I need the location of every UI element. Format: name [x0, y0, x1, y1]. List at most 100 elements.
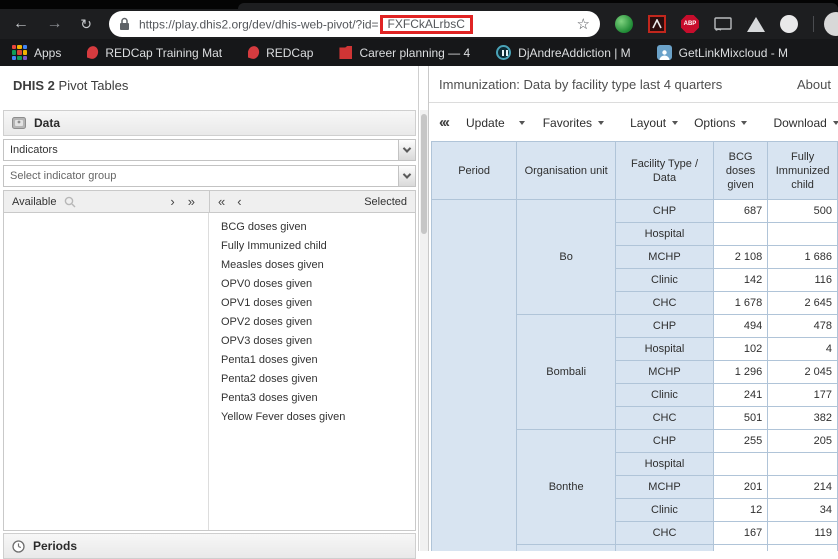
move-all-left-button[interactable]: « [218, 195, 225, 208]
indicator-group-placeholder: Select indicator group [4, 170, 398, 182]
list-item[interactable]: OPV2 doses given [209, 313, 415, 332]
col-header-period[interactable]: Period [432, 142, 517, 200]
pivot-title: Immunization: Data by facility type last… [439, 77, 722, 92]
bookmark-career-planning[interactable]: Career planning — 4 [339, 46, 470, 60]
list-item[interactable]: Penta3 doses given [209, 389, 415, 408]
value-cell: 500 [768, 200, 838, 223]
scrollbar-thumb[interactable] [421, 114, 427, 234]
value-cell: 2 108 [713, 246, 767, 269]
chevron-down-icon[interactable] [398, 166, 415, 186]
lock-icon [119, 17, 130, 31]
facility-cell: CHP [616, 430, 714, 453]
org-cell: Bonthe [517, 430, 616, 545]
pivot-table: Period Organisation unit Facility Type /… [431, 141, 838, 551]
scrollbar-track[interactable] [420, 110, 428, 551]
idm-extension-icon[interactable] [615, 15, 633, 33]
options-button[interactable]: Options [692, 112, 749, 134]
move-selected-right-button[interactable]: › [170, 195, 174, 208]
col-header-facility[interactable]: Facility Type / Data [616, 142, 714, 200]
col-header-orgunit[interactable]: Organisation unit [517, 142, 616, 200]
indicator-group-select[interactable]: Select indicator group [3, 165, 416, 187]
value-cell: 34 [768, 499, 838, 522]
bookmark-label: Career planning — 4 [359, 46, 470, 60]
available-selected-header: Available › » « ‹ Selected [3, 190, 416, 213]
value-cell: 116 [768, 269, 838, 292]
red-folder-icon [339, 46, 352, 59]
value-cell: 382 [768, 407, 838, 430]
facility-cell: CHC [616, 292, 714, 315]
move-all-right-button[interactable]: » [188, 195, 195, 208]
value-cell: 4 [768, 338, 838, 361]
bookmark-redcap-training[interactable]: REDCap Training Mat [87, 46, 222, 60]
data-type-select[interactable]: Indicators [3, 139, 416, 161]
chevron-down-icon[interactable] [398, 140, 415, 160]
value-cell: 2 045 [768, 361, 838, 384]
bookmark-djandre[interactable]: DjAndreAddiction | M [496, 45, 631, 60]
value-cell: 119 [768, 522, 838, 545]
facility-cell: MCHP [616, 246, 714, 269]
redcap-icon [248, 46, 261, 60]
selected-header: « ‹ Selected [209, 191, 415, 212]
list-item[interactable]: OPV1 doses given [209, 294, 415, 313]
update-button[interactable]: Update [464, 112, 527, 134]
value-cell [768, 545, 838, 552]
value-cell [713, 545, 767, 552]
caret-down-icon [672, 121, 678, 125]
value-cell [768, 223, 838, 246]
available-list[interactable] [4, 213, 209, 530]
address-bar[interactable]: https://play.dhis2.org/dev/dhis-web-pivo… [109, 11, 600, 37]
collapse-panel-icon[interactable]: ‹‹‹ [439, 114, 448, 131]
panel-scrollbar [420, 66, 428, 551]
pivot-panel: Immunization: Data by facility type last… [428, 66, 838, 551]
value-cell: 102 [713, 338, 767, 361]
list-item[interactable]: Penta1 doses given [209, 351, 415, 370]
bookmark-star-icon[interactable]: ☆ [577, 17, 590, 32]
col-header-bcg[interactable]: BCG doses given [713, 142, 767, 200]
pause-circle-icon [496, 45, 511, 60]
selected-list: BCG doses given Fully Immunized child Me… [209, 213, 415, 530]
bookmark-apps[interactable]: Apps [12, 45, 61, 60]
data-type-value: Indicators [4, 144, 398, 156]
pivot-toolbar: ‹‹‹ Update Favorites Layout Options Down… [429, 104, 838, 141]
value-cell: 241 [713, 384, 767, 407]
value-cell: 167 [713, 522, 767, 545]
data-accordion-header[interactable]: Data [3, 110, 416, 136]
round-extension-icon[interactable] [780, 15, 798, 33]
about-link[interactable]: About [797, 77, 831, 92]
layout-label: Layout [630, 116, 666, 130]
reload-icon[interactable]: ↻ [77, 17, 95, 31]
list-item[interactable]: Penta2 doses given [209, 370, 415, 389]
drive-extension-icon[interactable] [747, 15, 765, 33]
list-item[interactable]: Measles doses given [209, 256, 415, 275]
layout-button[interactable]: Layout [628, 112, 680, 134]
favorites-button[interactable]: Favorites [541, 112, 606, 134]
list-item[interactable]: OPV3 doses given [209, 332, 415, 351]
value-cell: 205 [768, 430, 838, 453]
redcap-icon [87, 46, 100, 60]
bookmark-mixcloud[interactable]: GetLinkMixcloud - M [657, 45, 788, 60]
item-lists: BCG doses given Fully Immunized child Me… [3, 213, 416, 531]
bookmark-redcap[interactable]: REDCap [248, 46, 313, 60]
facility-cell: Clinic [616, 269, 714, 292]
browser-tab-strip [0, 0, 838, 9]
data-accordion-label: Data [34, 116, 60, 130]
value-cell: 177 [768, 384, 838, 407]
list-item[interactable]: Yellow Fever doses given [209, 408, 415, 427]
search-icon[interactable] [64, 196, 76, 208]
periods-accordion-header[interactable]: Periods [3, 533, 416, 559]
forward-icon[interactable]: → [46, 16, 64, 32]
list-item[interactable]: BCG doses given [209, 218, 415, 237]
facility-cell: CHP [616, 200, 714, 223]
url-highlight-annotation: FXFCkALrbsC [380, 15, 473, 34]
profile-avatar[interactable] [824, 12, 838, 36]
adobe-pdf-extension-icon[interactable] [648, 15, 666, 33]
list-item[interactable]: OPV0 doses given [209, 275, 415, 294]
caret-down-icon[interactable] [519, 121, 525, 125]
move-selected-left-button[interactable]: ‹ [237, 195, 241, 208]
col-header-fully[interactable]: Fully Immunized child [768, 142, 838, 200]
download-button[interactable]: Download [771, 112, 838, 134]
cast-icon[interactable] [714, 15, 732, 33]
list-item[interactable]: Fully Immunized child [209, 237, 415, 256]
back-icon[interactable]: ← [12, 16, 30, 32]
adblock-plus-extension-icon[interactable]: ABP [681, 15, 699, 33]
